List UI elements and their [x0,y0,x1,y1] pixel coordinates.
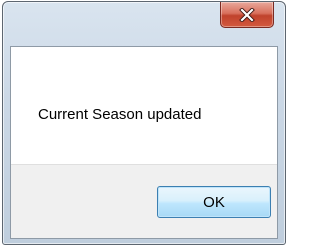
button-area: OK [11,164,277,238]
dialog-message: Current Season updated [38,106,202,123]
close-icon [239,7,255,22]
dialog-content: Current Season updated OK [10,46,278,239]
message-dialog: Current Season updated OK [2,1,286,245]
close-button[interactable] [220,2,274,28]
ok-button[interactable]: OK [157,186,271,218]
title-bar[interactable] [3,2,285,46]
